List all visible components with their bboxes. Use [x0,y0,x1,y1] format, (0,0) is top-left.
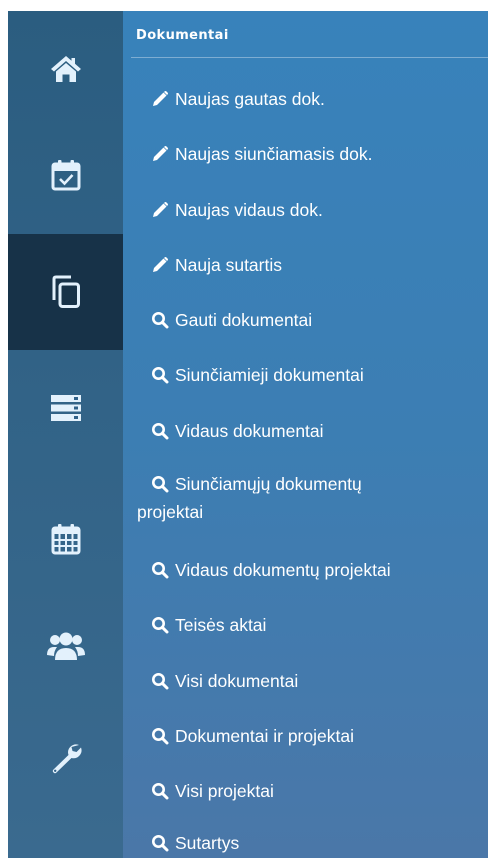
rail-item-home[interactable] [8,11,123,127]
menu-item-label: Gauti dokumentai [175,310,313,330]
menu-item-all-projects[interactable]: Visi projektai [151,779,488,807]
menu-item-new-outgoing-doc[interactable]: Naujas siunčiamasis dok. [151,142,488,170]
documents-menu-panel: Dokumentai Naujas gautas dok. Naujas siu… [123,11,488,858]
wrench-icon [52,744,81,774]
pencil-icon [151,90,175,115]
pencil-icon [151,201,175,226]
rail-item-documents[interactable] [8,234,123,350]
menu-item-contracts[interactable]: Sutartys [151,831,488,858]
menu-item-outgoing-doc-projects[interactable]: Siunčiamųjų dokumentų projektai [137,472,488,525]
documents-icon [52,275,80,308]
menu-item-legal-acts[interactable]: Teisės aktai [151,613,488,641]
menu-item-new-internal-doc[interactable]: Naujas vidaus dok. [151,198,488,226]
menu-item-label: Naujas vidaus dok. [175,200,323,220]
menu-item-new-contract[interactable]: Nauja sutartis [151,253,488,281]
search-icon [151,422,175,447]
calendar-grid-icon [51,524,80,555]
pencil-icon [151,256,175,281]
rail-item-users[interactable] [8,589,123,705]
menu-item-internal-doc-projects[interactable]: Vidaus dokumentų projektai [151,558,488,586]
menu-item-internal-docs[interactable]: Vidaus dokumentai [151,419,488,447]
menu-item-label: Sutartys [175,833,240,853]
rail-item-settings[interactable] [8,701,123,817]
menu-item-label: Siunčiamieji dokumentai [175,365,364,385]
menu-item-all-docs[interactable]: Visi dokumentai [151,669,488,697]
pencil-icon [151,145,175,170]
panel-divider [131,57,488,58]
menu-item-label: Dokumentai ir projektai [175,726,354,746]
menu-item-label-line2: projektai [137,502,204,522]
icon-rail [8,11,123,858]
search-icon [151,727,175,752]
menu-item-new-received-doc[interactable]: Naujas gautas dok. [151,87,488,115]
menu-item-label: Naujas gautas dok. [175,89,325,109]
rail-item-calendar-check[interactable] [8,117,123,233]
home-icon [50,56,81,82]
search-icon [151,366,175,391]
menu-item-label: Nauja sutartis [175,255,282,275]
rail-item-list-stack[interactable] [8,350,123,466]
menu-item-label: Vidaus dokumentų projektai [175,560,391,580]
menu-item-outgoing-docs[interactable]: Siunčiamieji dokumentai [151,363,488,391]
menu-item-label: Visi dokumentai [175,671,299,691]
search-icon [151,475,175,500]
search-icon [151,834,175,858]
search-icon [151,311,175,336]
menu-item-label: Naujas siunčiamasis dok. [175,144,373,164]
menu-item-label: Teisės aktai [175,615,267,635]
menu-item-label: Vidaus dokumentai [175,421,324,441]
users-icon [46,632,85,660]
app-window: Dokumentai Naujas gautas dok. Naujas siu… [8,11,488,858]
search-icon [151,672,175,697]
list-stack-icon [50,395,81,421]
search-icon [151,782,175,807]
search-icon [151,561,175,586]
menu-item-received-docs[interactable]: Gauti dokumentai [151,308,488,336]
menu-item-label: Siunčiamųjų dokumentų [175,474,362,494]
menu-item-docs-and-projects[interactable]: Dokumentai ir projektai [151,724,488,752]
menu-item-label: Visi projektai [175,781,274,801]
panel-title: Dokumentai [136,28,229,43]
search-icon [151,616,175,641]
rail-item-calendar-grid[interactable] [8,481,123,597]
calendar-check-icon [51,160,80,191]
